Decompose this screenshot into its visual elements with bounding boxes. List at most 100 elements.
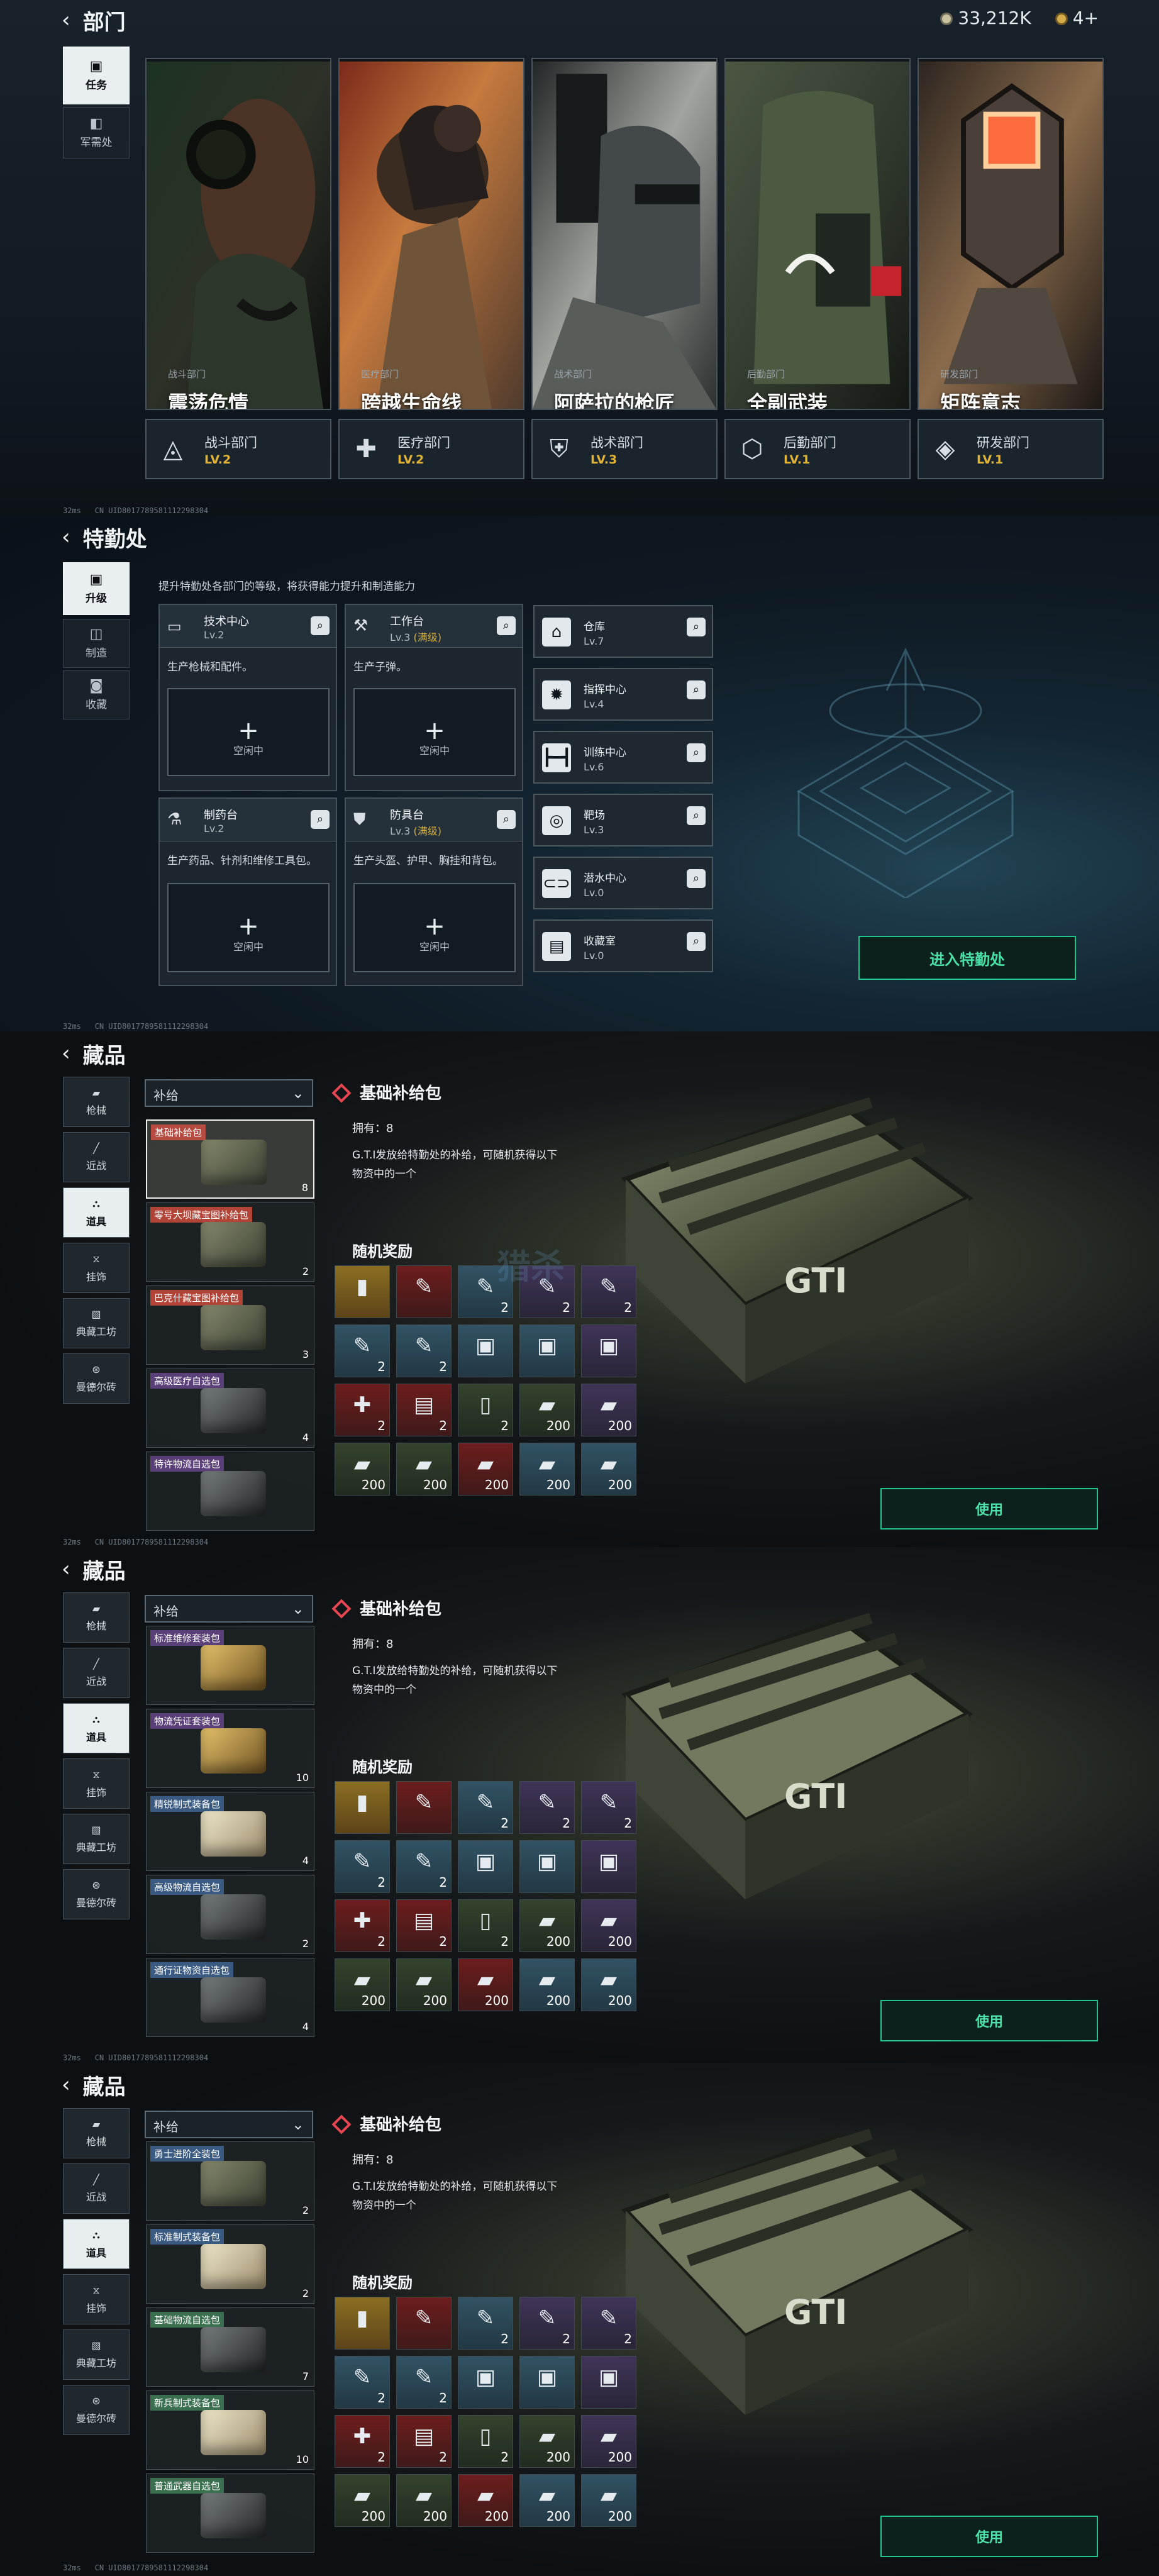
reward-item[interactable]: ✎ bbox=[396, 2297, 452, 2350]
category-melee[interactable]: ╱ 近战 bbox=[63, 2163, 130, 2214]
reward-item[interactable]: ▤ 2 bbox=[396, 1384, 452, 1436]
inventory-item-card[interactable]: 勇士进阶全装包 2 bbox=[146, 2141, 314, 2221]
category-collection-workshop[interactable]: ▧ 典藏工坊 bbox=[63, 1814, 130, 1864]
collection-room-card[interactable]: ▤ 收藏室 Lv.0 ⌕ bbox=[533, 919, 713, 972]
category-melee[interactable]: ╱ 近战 bbox=[63, 1648, 130, 1698]
reward-item[interactable]: ✎ 2 bbox=[519, 1781, 575, 1834]
reward-item[interactable]: ▣ bbox=[581, 1324, 636, 1377]
reward-item[interactable]: ✎ 2 bbox=[519, 2297, 575, 2350]
back-arrow-icon[interactable]: ‹ bbox=[62, 526, 70, 548]
inventory-item-card[interactable]: 零号大坝藏宝图补给包 2 bbox=[146, 1202, 314, 1282]
reward-item[interactable]: ▰ 200 bbox=[335, 1443, 390, 1496]
reward-item[interactable]: ▰ 200 bbox=[519, 1384, 575, 1436]
reward-item[interactable]: ▰ 200 bbox=[581, 1899, 636, 1952]
category-charms[interactable]: ⧖ 挂饰 bbox=[63, 2274, 130, 2324]
category-filter-dropdown[interactable]: 补给 ⌄ bbox=[145, 2111, 313, 2138]
reward-item[interactable]: ▣ bbox=[458, 1324, 513, 1377]
reward-item[interactable]: ✚ 2 bbox=[335, 1384, 390, 1436]
logistics-department-info[interactable]: ⬡ 后勤部门 LV.1 bbox=[724, 419, 911, 479]
reward-item[interactable]: ▰ 200 bbox=[458, 1443, 513, 1496]
reward-item[interactable]: ✎ 2 bbox=[581, 1265, 636, 1318]
reward-item[interactable]: ▰ 200 bbox=[396, 1958, 452, 2011]
reward-item[interactable]: ▰ 200 bbox=[581, 1958, 636, 2011]
reward-item[interactable]: ▯ 2 bbox=[458, 1384, 513, 1436]
reward-item[interactable]: ✎ 2 bbox=[581, 2297, 636, 2350]
reward-item[interactable]: ▣ bbox=[458, 2356, 513, 2409]
shooting-range-card[interactable]: ◎ 靶场 Lv.3 ⌕ bbox=[533, 794, 713, 847]
category-collection-workshop[interactable]: ▧ 典藏工坊 bbox=[63, 2329, 130, 2380]
category-melee[interactable]: ╱ 近战 bbox=[63, 1132, 130, 1182]
reward-item[interactable]: ✎ 2 bbox=[458, 1781, 513, 1834]
armor-bench-panel[interactable]: ⛊ 防具台 Lv.3 (满级) ⌕ 生产头盔、护甲、胸挂和背包。 + 空闲中 bbox=[345, 797, 523, 986]
reward-item[interactable]: ▰ 200 bbox=[581, 2415, 636, 2468]
idle-slot[interactable]: + 空闲中 bbox=[167, 688, 330, 776]
search-icon[interactable]: ⌕ bbox=[687, 869, 706, 888]
search-icon[interactable]: ⌕ bbox=[687, 932, 706, 951]
reward-item[interactable]: ✎ 2 bbox=[335, 1324, 390, 1377]
category-props[interactable]: ⛬ 道具 bbox=[63, 1187, 130, 1238]
command-center-card[interactable]: ✹ 指挥中心 Lv.4 ⌕ bbox=[533, 668, 713, 721]
use-button[interactable]: 使用 bbox=[880, 1488, 1098, 1530]
tab-collection[interactable]: ◙ 收藏 bbox=[63, 670, 130, 719]
reward-item[interactable]: ▮ bbox=[335, 1265, 390, 1318]
reward-item[interactable]: ▰ 200 bbox=[519, 1899, 575, 1952]
reward-item[interactable]: ▣ bbox=[519, 2356, 575, 2409]
reward-item[interactable]: ✎ bbox=[396, 1781, 452, 1834]
reward-item[interactable]: ▰ 200 bbox=[581, 1443, 636, 1496]
back-arrow-icon[interactable]: ‹ bbox=[62, 1043, 70, 1064]
tab-supply-office[interactable]: ◧ 军需处 bbox=[63, 107, 130, 158]
category-firearms[interactable]: ▰ 枪械 bbox=[63, 1592, 130, 1643]
search-icon[interactable]: ⌕ bbox=[687, 806, 706, 825]
reward-item[interactable]: ▤ 2 bbox=[396, 2415, 452, 2468]
reward-item[interactable]: ▰ 200 bbox=[519, 1443, 575, 1496]
inventory-item-card[interactable]: 标准制式装备包 2 bbox=[146, 2224, 314, 2304]
warehouse-card[interactable]: ⌂ 仓库 Lv.7 ⌕ bbox=[533, 605, 713, 658]
reward-item[interactable]: ▰ 200 bbox=[335, 2474, 390, 2527]
inventory-item-card[interactable]: 高级物流自选包 2 bbox=[146, 1875, 314, 1954]
category-mandel-brick[interactable]: ⊛ 曼德尔砖 bbox=[63, 1869, 130, 1919]
inventory-item-card[interactable]: 物流凭证套装包 10 bbox=[146, 1709, 314, 1788]
reward-item[interactable]: ✎ 2 bbox=[396, 2356, 452, 2409]
inventory-item-card[interactable]: 普通武器自选包 bbox=[146, 2473, 314, 2553]
research-department-info[interactable]: ◈ 研发部门 LV.1 bbox=[918, 419, 1104, 479]
reward-item[interactable]: ▰ 200 bbox=[581, 2474, 636, 2527]
reward-item[interactable]: ✎ 2 bbox=[335, 2356, 390, 2409]
reward-item[interactable]: ▰ 200 bbox=[396, 1443, 452, 1496]
use-button[interactable]: 使用 bbox=[880, 2516, 1098, 2557]
inventory-item-card[interactable]: 通行证物资自选包 4 bbox=[146, 1958, 314, 2037]
reward-item[interactable]: ▯ 2 bbox=[458, 2415, 513, 2468]
category-filter-dropdown[interactable]: 补给 ⌄ bbox=[145, 1595, 313, 1623]
tech-center-panel[interactable]: ▭ 技术中心 Lv.2 ⌕ 生产枪械和配件。 + 空闲中 bbox=[158, 604, 337, 791]
use-button[interactable]: 使用 bbox=[880, 2000, 1098, 2041]
category-filter-dropdown[interactable]: 补给 ⌄ bbox=[145, 1079, 313, 1107]
category-collection-workshop[interactable]: ▧ 典藏工坊 bbox=[63, 1298, 130, 1348]
idle-slot[interactable]: + 空闲中 bbox=[167, 883, 330, 972]
tab-upgrade[interactable]: ▣ 升级 bbox=[63, 562, 130, 615]
reward-item[interactable]: ▰ 200 bbox=[335, 1958, 390, 2011]
reward-item[interactable]: ▰ 200 bbox=[581, 1384, 636, 1436]
reward-item[interactable]: ▰ 200 bbox=[519, 2415, 575, 2468]
combat-department-card[interactable]: 战斗部门 震荡危情 bbox=[145, 58, 331, 410]
reward-item[interactable]: ▣ bbox=[519, 1840, 575, 1893]
search-icon[interactable]: ⌕ bbox=[311, 810, 330, 829]
reward-item[interactable]: ✚ 2 bbox=[335, 1899, 390, 1952]
reward-item[interactable]: ✎ 2 bbox=[396, 1840, 452, 1893]
tab-craft[interactable]: ◫ 制造 bbox=[63, 619, 130, 668]
search-icon[interactable]: ⌕ bbox=[687, 618, 706, 636]
back-arrow-icon[interactable]: ‹ bbox=[62, 9, 70, 31]
inventory-item-card[interactable]: 基础补给包 8 bbox=[146, 1119, 314, 1199]
reward-item[interactable]: ▣ bbox=[458, 1840, 513, 1893]
category-firearms[interactable]: ▰ 枪械 bbox=[63, 2108, 130, 2158]
medical-department-card[interactable]: 医疗部门 跨越生命线 bbox=[338, 58, 524, 410]
tactical-department-info[interactable]: ⛨ 战术部门 LV.3 bbox=[531, 419, 718, 479]
search-icon[interactable]: ⌕ bbox=[687, 680, 706, 699]
reward-item[interactable]: ✎ bbox=[396, 1265, 452, 1318]
workbench-panel[interactable]: ⚒ 工作台 Lv.3 (满级) ⌕ 生产子弹。 + 空闲中 bbox=[345, 604, 523, 791]
reward-item[interactable]: ✚ 2 bbox=[335, 2415, 390, 2468]
idle-slot[interactable]: + 空闲中 bbox=[353, 883, 516, 972]
back-arrow-icon[interactable]: ‹ bbox=[62, 2074, 70, 2096]
diving-center-card[interactable]: ⊂⊃ 潜水中心 Lv.0 ⌕ bbox=[533, 857, 713, 909]
inventory-item-card[interactable]: 基础物流自选包 7 bbox=[146, 2307, 314, 2387]
reward-item[interactable]: ✎ 2 bbox=[396, 1324, 452, 1377]
reward-item[interactable]: ▰ 200 bbox=[458, 1958, 513, 2011]
